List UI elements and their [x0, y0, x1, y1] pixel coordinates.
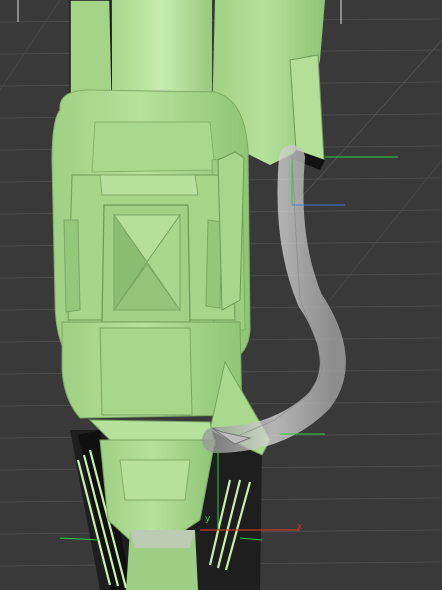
viewport-canvas[interactable]	[0, 0, 442, 590]
main-housing[interactable]	[51, 89, 251, 361]
gizmo-y-label: y	[205, 514, 211, 524]
3d-viewport[interactable]: y x	[0, 0, 442, 590]
gizmo-x-label: x	[297, 522, 303, 532]
